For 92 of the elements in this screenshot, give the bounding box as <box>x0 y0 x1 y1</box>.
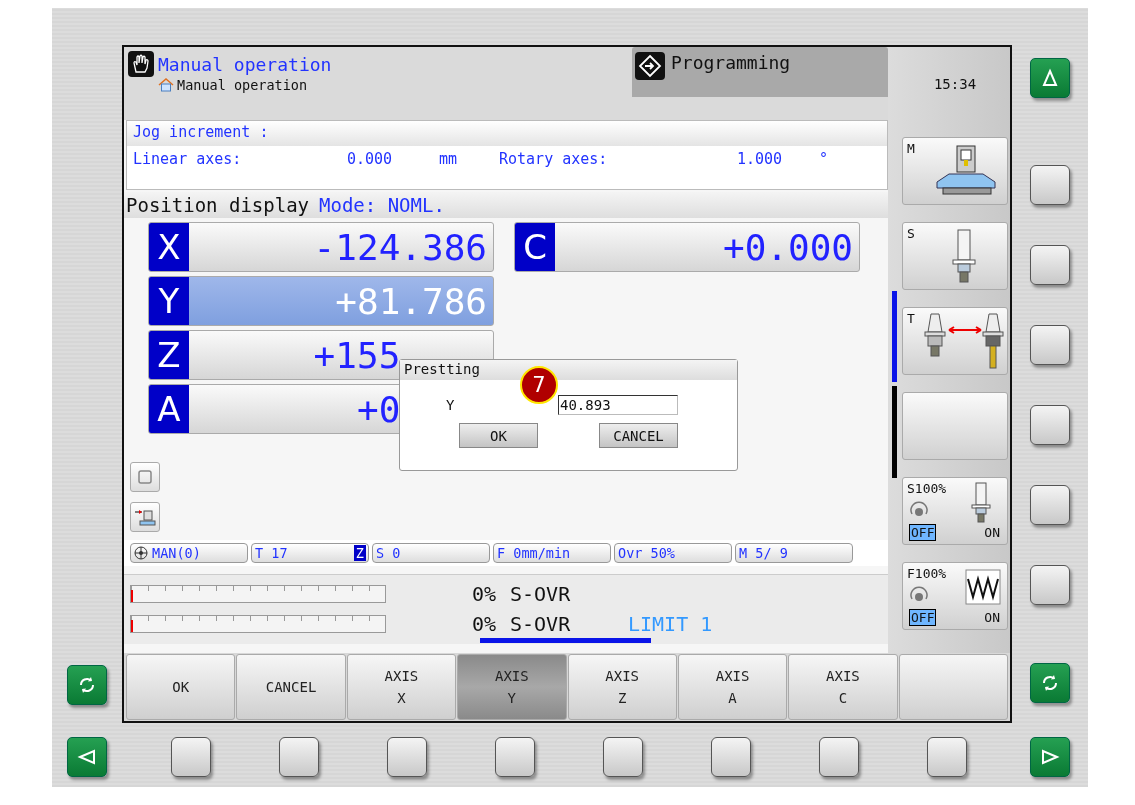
softkey-label: S <box>907 226 915 241</box>
gauge-label: S-OVR <box>510 582 572 606</box>
softkey[interactable]: OK <box>126 654 236 720</box>
hardware-key[interactable] <box>171 737 211 777</box>
axis-value: +0 <box>356 388 401 430</box>
gauge-label: S-OVR <box>510 612 572 636</box>
crosshair-icon <box>134 546 148 560</box>
softkey-label: M <box>907 141 915 156</box>
linear-axes-label: Linear axes: <box>133 150 243 168</box>
dialog-button[interactable]: CANCEL <box>599 423 678 448</box>
axis-value: +81.786 <box>335 280 487 322</box>
rotary-axes-label: Rotary axes: <box>499 150 609 168</box>
unit-label: ° <box>819 150 829 168</box>
side-softkey[interactable]: T <box>902 307 1008 375</box>
spindle-icon <box>951 229 977 285</box>
axis-label: C <box>515 223 555 271</box>
side-softkey[interactable]: F100% OFF ON <box>902 562 1008 630</box>
hardware-key[interactable] <box>279 737 319 777</box>
hardware-key[interactable] <box>819 737 859 777</box>
tool-axis-tag: Z <box>353 545 366 561</box>
zigzag-icon <box>965 569 1001 605</box>
hardware-key[interactable] <box>927 737 967 777</box>
off-state: OFF <box>909 609 937 626</box>
rotary-axes-value: 1.000 <box>737 150 784 168</box>
limit-label: LIMIT 1 <box>628 612 713 636</box>
softkey[interactable]: AXIS Z <box>567 654 677 720</box>
input-field[interactable]: 40.893 <box>558 395 678 415</box>
field-label: Y <box>446 397 456 413</box>
status-field: S 0 <box>372 543 490 563</box>
status-field: Ovr 50% <box>614 543 732 563</box>
axis-label: A <box>149 385 189 433</box>
programming-tab[interactable]: Programming <box>632 47 888 97</box>
axis-label: X <box>149 223 189 271</box>
cycle-icon[interactable] <box>1030 663 1070 703</box>
clock: 15:34 <box>933 75 977 92</box>
home-icon <box>158 78 174 92</box>
tool-change-icon <box>923 312 1005 372</box>
softkey-label: T <box>907 311 915 326</box>
axis-value: +155 <box>313 334 401 376</box>
on-state: ON <box>983 525 1001 540</box>
hardware-key[interactable] <box>1030 405 1070 445</box>
hardware-key[interactable] <box>495 737 535 777</box>
hardware-key[interactable] <box>387 737 427 777</box>
triangle-up-icon[interactable] <box>1030 58 1070 98</box>
linear-axes-value: 0.000 <box>347 150 394 168</box>
status-field: T 17 Z <box>251 543 369 563</box>
softkey[interactable]: AXIS A <box>677 654 788 720</box>
hand-icon <box>128 51 154 77</box>
hardware-key[interactable] <box>1030 165 1070 205</box>
hardware-key[interactable] <box>711 737 751 777</box>
triangle-left-icon[interactable] <box>67 737 107 777</box>
position-display-title: Position display <box>126 194 310 216</box>
off-state: OFF <box>909 524 937 541</box>
hardware-key[interactable] <box>1030 485 1070 525</box>
dialog-button[interactable]: OK <box>459 423 538 448</box>
hardware-key[interactable] <box>1030 565 1070 605</box>
axis-value: +0.000 <box>722 226 853 268</box>
softkey[interactable]: AXIS Y <box>457 654 567 720</box>
axis-position-box[interactable]: C +0.000 <box>514 222 860 272</box>
axis-label: Y <box>149 277 189 325</box>
status-field: F 0mm/min <box>493 543 611 563</box>
gauge-reading: 0% <box>470 612 496 636</box>
hardware-key[interactable] <box>1030 245 1070 285</box>
spindle-icon <box>971 482 991 524</box>
side-softkey[interactable]: S100% OFF ON <box>902 477 1008 545</box>
dialog-title: Prestting <box>404 361 480 377</box>
diamond-arrow-icon <box>638 54 662 78</box>
axis-label: Z <box>149 331 189 379</box>
softkey-label: F100% <box>907 566 947 581</box>
side-softkey[interactable]: S <box>902 222 1008 290</box>
unit-label: mm <box>439 150 459 168</box>
triangle-right-icon[interactable] <box>1030 737 1070 777</box>
hardware-key[interactable] <box>1030 325 1070 365</box>
frame-icon[interactable] <box>130 462 160 492</box>
breadcrumb: Manual operation <box>177 77 308 93</box>
status-field: M 5/ 9 <box>735 543 853 563</box>
axis-position-box[interactable]: Y +81.786 <box>148 276 494 326</box>
softkey[interactable]: AXIS C <box>788 654 898 720</box>
mode-title: Manual operation <box>158 53 332 75</box>
softkey[interactable]: CANCEL <box>236 654 346 720</box>
softkey-label: S100% <box>907 481 947 496</box>
on-state: ON <box>983 610 1001 625</box>
display-mode: Mode: NOML. <box>319 194 445 216</box>
side-softkey[interactable]: M <box>902 137 1008 205</box>
softkey[interactable]: AXIS X <box>346 654 457 720</box>
jog-title: Jog increment : <box>133 123 269 141</box>
cycle-icon[interactable] <box>67 665 107 705</box>
hardware-key[interactable] <box>603 737 643 777</box>
axis-position-box[interactable]: X -124.386 <box>148 222 494 272</box>
status-field: MAN(0) <box>130 543 248 563</box>
axis-value: -124.386 <box>313 226 487 268</box>
gauge-reading: 0% <box>470 582 496 606</box>
